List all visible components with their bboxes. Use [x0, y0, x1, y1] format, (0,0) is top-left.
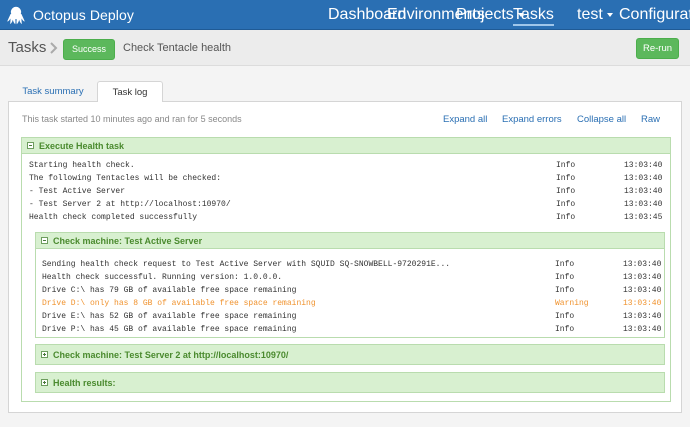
- log-message: Drive P:\ has 45 GB of available free sp…: [42, 325, 297, 334]
- section-title: Check machine: Test Active Server: [53, 235, 203, 246]
- tab-task-summary[interactable]: Task summary: [13, 81, 93, 102]
- collapse-all-link[interactable]: Collapse all: [577, 114, 626, 125]
- log-level: Info: [556, 213, 576, 222]
- nav-tasks[interactable]: Tasks: [513, 0, 554, 30]
- nav-configuration[interactable]: Configuration: [619, 0, 690, 30]
- section-header-execute-health-task[interactable]: Execute Health task: [22, 138, 670, 154]
- log-level: Info: [555, 312, 575, 321]
- log-level: Info: [555, 286, 575, 295]
- log-line: Starting health check. Info 13:03:40: [29, 159, 669, 172]
- log-message: Starting health check.: [29, 161, 135, 170]
- section-header-check-test-server-2[interactable]: Check machine: Test Server 2 at http://l…: [36, 345, 664, 364]
- log-line: Drive C:\ has 79 GB of available free sp…: [42, 284, 662, 297]
- log-time: 13:03:40: [623, 286, 662, 295]
- expand-toggle-icon[interactable]: [41, 351, 48, 358]
- log-section-check-test-active-server: Check machine: Test Active Server Sendin…: [35, 232, 665, 338]
- section-header-health-results[interactable]: Health results:: [36, 373, 664, 392]
- log-time: 13:03:40: [624, 161, 663, 170]
- rerun-button[interactable]: Re-run: [636, 38, 679, 59]
- log-level: Info: [555, 260, 575, 269]
- log-time: 13:03:40: [623, 260, 662, 269]
- log-time: 13:03:40: [623, 273, 662, 282]
- log-section-health-results: Health results:: [35, 372, 665, 393]
- page-header: Tasks Success Check Tentacle health Re-r…: [0, 30, 690, 66]
- log-line: Drive E:\ has 52 GB of available free sp…: [42, 310, 662, 323]
- log-line: Health check completed successfully Info…: [29, 211, 669, 224]
- log-time: 13:03:40: [623, 299, 662, 308]
- log-message: Health check successful. Running version…: [42, 273, 283, 282]
- section-header-check-test-active-server[interactable]: Check machine: Test Active Server: [36, 233, 664, 249]
- log-line: The following Tentacles will be checked:…: [29, 172, 669, 185]
- log-line: Drive P:\ has 45 GB of available free sp…: [42, 323, 662, 336]
- log-time: 13:03:40: [624, 174, 663, 183]
- log-time: 13:03:40: [624, 200, 663, 209]
- log-level: Info: [556, 187, 576, 196]
- log-time: 13:03:40: [624, 187, 663, 196]
- user-menu[interactable]: test: [577, 0, 613, 30]
- raw-link[interactable]: Raw: [641, 114, 660, 125]
- log-line: Health check successful. Running version…: [42, 271, 662, 284]
- log-level: Info: [556, 200, 576, 209]
- status-badge: Success: [63, 39, 115, 60]
- log-message: Health check completed successfully: [29, 213, 198, 222]
- log-line: - Test Active Server Info 13:03:40: [29, 185, 669, 198]
- log-line-warning: Drive D:\ only has 8 GB of available fre…: [42, 297, 662, 310]
- log-line: Sending health check request to Test Act…: [42, 258, 662, 271]
- collapse-toggle-icon[interactable]: [41, 237, 48, 244]
- octopus-logo-icon: [7, 6, 25, 25]
- app-logo[interactable]: Octopus Deploy: [6, 4, 134, 26]
- log-time: 13:03:40: [623, 312, 662, 321]
- log-time: 13:03:45: [624, 213, 663, 222]
- log-time: 13:03:40: [623, 325, 662, 334]
- section-title: Check machine: Test Server 2 at http://l…: [53, 349, 289, 360]
- log-message: - Test Server 2 at http://localhost:1097…: [29, 200, 231, 209]
- section-title: Execute Health task: [39, 140, 125, 151]
- caret-down-icon: [606, 12, 613, 17]
- page-title[interactable]: Tasks: [8, 39, 46, 56]
- tab-task-log[interactable]: Task log: [97, 81, 163, 103]
- task-log-panel: This task started 10 minutes ago and ran…: [8, 102, 682, 413]
- task-name: Check Tentacle health: [123, 42, 232, 54]
- log-section-execute-health-task: Execute Health task Starting health chec…: [21, 137, 671, 402]
- log-message: - Test Active Server: [29, 187, 126, 196]
- log-message: Drive E:\ has 52 GB of available free sp…: [42, 312, 297, 321]
- log-level: Info: [556, 161, 576, 170]
- nav-projects-label: Projects: [456, 6, 514, 23]
- log-level: Info: [555, 273, 575, 282]
- log-level: Info: [555, 325, 575, 334]
- log-message: The following Tentacles will be checked:: [29, 174, 222, 183]
- log-level: Warning: [555, 299, 589, 308]
- log-level: Info: [556, 174, 576, 183]
- top-navigation-bar: Octopus Deploy Dashboard Environments Pr…: [0, 0, 690, 30]
- expand-errors-link[interactable]: Expand errors: [502, 114, 562, 125]
- task-tabs: Task summary Task log: [8, 78, 682, 103]
- app-name: Octopus Deploy: [33, 7, 135, 23]
- log-section-check-test-server-2: Check machine: Test Server 2 at http://l…: [35, 344, 665, 365]
- expand-toggle-icon[interactable]: [41, 379, 48, 386]
- expand-all-link[interactable]: Expand all: [443, 114, 487, 125]
- task-duration-info: This task started 10 minutes ago and ran…: [22, 114, 242, 124]
- log-message: Sending health check request to Test Act…: [42, 260, 451, 269]
- collapse-toggle-icon[interactable]: [27, 142, 34, 149]
- log-message: Drive C:\ has 79 GB of available free sp…: [42, 286, 297, 295]
- chevron-right-icon: [50, 42, 58, 54]
- log-message: Drive D:\ only has 8 GB of available fre…: [42, 299, 316, 308]
- log-line: - Test Server 2 at http://localhost:1097…: [29, 198, 669, 211]
- user-name: test: [577, 6, 603, 23]
- section-title: Health results:: [53, 377, 116, 388]
